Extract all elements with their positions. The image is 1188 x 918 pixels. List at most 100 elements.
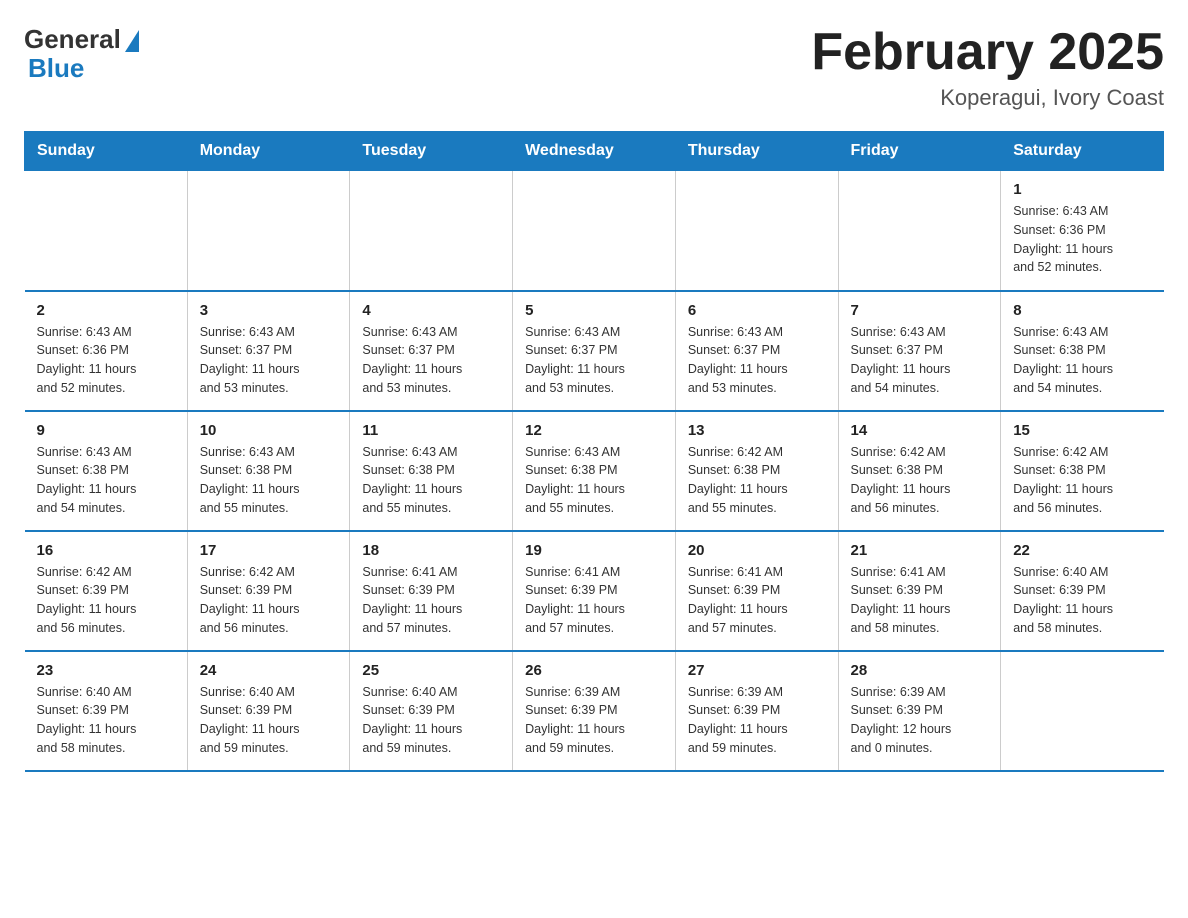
day-number: 11	[362, 422, 500, 439]
calendar-cell: 1 Sunrise: 6:43 AM Sunset: 6:36 PM Daylig…	[1001, 171, 1164, 291]
weekday-header-friday: Friday	[838, 132, 1001, 171]
weekday-header-row: SundayMondayTuesdayWednesdayThursdayFrid…	[25, 132, 1164, 171]
day-number: 19	[525, 542, 663, 559]
calendar-week-row: 9 Sunrise: 6:43 AM Sunset: 6:38 PM Daylig…	[25, 411, 1164, 531]
day-number: 18	[362, 542, 500, 559]
calendar-cell: 15 Sunrise: 6:42 AM Sunset: 6:38 PM Dayli…	[1001, 411, 1164, 531]
calendar-cell: 14Sunrise: 6:42 AM Sunset: 6:38 PM Dayli…	[838, 411, 1001, 531]
calendar-cell: 23 Sunrise: 6:40 AM Sunset: 6:39 PM Dayli…	[25, 651, 188, 771]
calendar-cell: 20Sunrise: 6:41 AM Sunset: 6:39 PM Dayli…	[675, 531, 838, 651]
day-info: Sunrise: 6:43 AM Sunset: 6:36 PM Dayligh…	[1013, 202, 1151, 277]
calendar-cell: 22Sunrise: 6:40 AM Sunset: 6:39 PM Dayli…	[1001, 531, 1164, 651]
day-number: 2	[37, 302, 175, 319]
day-number: 17	[200, 542, 338, 559]
day-info: Sunrise: 6:40 AM Sunset: 6:39 PM Dayligh…	[200, 683, 338, 758]
day-number: 5	[525, 302, 663, 319]
day-info: Sunrise: 6:41 AM Sunset: 6:39 PM Dayligh…	[851, 563, 989, 638]
calendar-week-row: 2 Sunrise: 6:43 AM Sunset: 6:36 PM Daylig…	[25, 291, 1164, 411]
day-number: 10	[200, 422, 338, 439]
day-number: 27	[688, 662, 826, 679]
day-number: 12	[525, 422, 663, 439]
day-info: Sunrise: 6:41 AM Sunset: 6:39 PM Dayligh…	[525, 563, 663, 638]
day-info: Sunrise: 6:39 AM Sunset: 6:39 PM Dayligh…	[688, 683, 826, 758]
calendar-cell: 19 Sunrise: 6:41 AM Sunset: 6:39 PM Dayli…	[513, 531, 676, 651]
logo-top: General	[24, 24, 139, 55]
calendar-cell: 3 Sunrise: 6:43 AM Sunset: 6:37 PM Daylig…	[187, 291, 350, 411]
month-title: February 2025	[811, 24, 1164, 81]
calendar-cell: 4Sunrise: 6:43 AM Sunset: 6:37 PM Daylig…	[350, 291, 513, 411]
calendar-cell: 27 Sunrise: 6:39 AM Sunset: 6:39 PM Dayli…	[675, 651, 838, 771]
calendar-cell: 7 Sunrise: 6:43 AM Sunset: 6:37 PM Daylig…	[838, 291, 1001, 411]
logo-triangle-icon	[125, 30, 139, 52]
day-number: 22	[1013, 542, 1151, 559]
day-info: Sunrise: 6:40 AM Sunset: 6:39 PM Dayligh…	[37, 683, 175, 758]
calendar-cell	[513, 171, 676, 291]
calendar-cell: 25 Sunrise: 6:40 AM Sunset: 6:39 PM Dayli…	[350, 651, 513, 771]
calendar-cell: 11Sunrise: 6:43 AM Sunset: 6:38 PM Dayli…	[350, 411, 513, 531]
calendar-cell	[350, 171, 513, 291]
day-number: 9	[37, 422, 175, 439]
calendar-cell	[1001, 651, 1164, 771]
day-info: Sunrise: 6:43 AM Sunset: 6:37 PM Dayligh…	[200, 323, 338, 398]
weekday-header-saturday: Saturday	[1001, 132, 1164, 171]
day-number: 24	[200, 662, 338, 679]
calendar-cell	[187, 171, 350, 291]
day-number: 6	[688, 302, 826, 319]
day-number: 7	[851, 302, 989, 319]
day-info: Sunrise: 6:42 AM Sunset: 6:39 PM Dayligh…	[37, 563, 175, 638]
day-info: Sunrise: 6:39 AM Sunset: 6:39 PM Dayligh…	[525, 683, 663, 758]
location: Koperagui, Ivory Coast	[811, 85, 1164, 111]
weekday-header-monday: Monday	[187, 132, 350, 171]
day-info: Sunrise: 6:42 AM Sunset: 6:38 PM Dayligh…	[688, 443, 826, 518]
day-number: 13	[688, 422, 826, 439]
calendar-cell: 28Sunrise: 6:39 AM Sunset: 6:39 PM Dayli…	[838, 651, 1001, 771]
day-info: Sunrise: 6:43 AM Sunset: 6:38 PM Dayligh…	[200, 443, 338, 518]
calendar-cell: 8 Sunrise: 6:43 AM Sunset: 6:38 PM Daylig…	[1001, 291, 1164, 411]
day-number: 4	[362, 302, 500, 319]
day-info: Sunrise: 6:43 AM Sunset: 6:38 PM Dayligh…	[525, 443, 663, 518]
day-info: Sunrise: 6:43 AM Sunset: 6:38 PM Dayligh…	[37, 443, 175, 518]
calendar-cell: 16Sunrise: 6:42 AM Sunset: 6:39 PM Dayli…	[25, 531, 188, 651]
day-number: 26	[525, 662, 663, 679]
calendar-cell: 24 Sunrise: 6:40 AM Sunset: 6:39 PM Dayli…	[187, 651, 350, 771]
day-number: 28	[851, 662, 989, 679]
day-number: 15	[1013, 422, 1151, 439]
title-section: February 2025 Koperagui, Ivory Coast	[811, 24, 1164, 111]
calendar-cell: 26 Sunrise: 6:39 AM Sunset: 6:39 PM Dayli…	[513, 651, 676, 771]
logo-general-text: General	[24, 24, 121, 55]
weekday-header-thursday: Thursday	[675, 132, 838, 171]
day-info: Sunrise: 6:42 AM Sunset: 6:39 PM Dayligh…	[200, 563, 338, 638]
logo-blue-text: Blue	[24, 53, 84, 84]
calendar-cell: 21 Sunrise: 6:41 AM Sunset: 6:39 PM Dayli…	[838, 531, 1001, 651]
day-info: Sunrise: 6:43 AM Sunset: 6:38 PM Dayligh…	[1013, 323, 1151, 398]
calendar-cell: 5Sunrise: 6:43 AM Sunset: 6:37 PM Daylig…	[513, 291, 676, 411]
day-info: Sunrise: 6:43 AM Sunset: 6:37 PM Dayligh…	[688, 323, 826, 398]
day-number: 23	[37, 662, 175, 679]
day-number: 25	[362, 662, 500, 679]
calendar-week-row: 23 Sunrise: 6:40 AM Sunset: 6:39 PM Dayli…	[25, 651, 1164, 771]
calendar-cell: 6 Sunrise: 6:43 AM Sunset: 6:37 PM Daylig…	[675, 291, 838, 411]
calendar-cell: 12 Sunrise: 6:43 AM Sunset: 6:38 PM Dayli…	[513, 411, 676, 531]
calendar-cell	[675, 171, 838, 291]
calendar-cell: 9 Sunrise: 6:43 AM Sunset: 6:38 PM Daylig…	[25, 411, 188, 531]
day-number: 3	[200, 302, 338, 319]
day-info: Sunrise: 6:41 AM Sunset: 6:39 PM Dayligh…	[688, 563, 826, 638]
day-info: Sunrise: 6:43 AM Sunset: 6:37 PM Dayligh…	[851, 323, 989, 398]
day-info: Sunrise: 6:41 AM Sunset: 6:39 PM Dayligh…	[362, 563, 500, 638]
calendar-week-row: 16Sunrise: 6:42 AM Sunset: 6:39 PM Dayli…	[25, 531, 1164, 651]
day-number: 8	[1013, 302, 1151, 319]
calendar-cell	[838, 171, 1001, 291]
calendar-cell: 2 Sunrise: 6:43 AM Sunset: 6:36 PM Daylig…	[25, 291, 188, 411]
page-header: General Blue February 2025 Koperagui, Iv…	[24, 24, 1164, 111]
weekday-header-sunday: Sunday	[25, 132, 188, 171]
weekday-header-wednesday: Wednesday	[513, 132, 676, 171]
day-number: 14	[851, 422, 989, 439]
day-info: Sunrise: 6:43 AM Sunset: 6:36 PM Dayligh…	[37, 323, 175, 398]
calendar-cell: 18 Sunrise: 6:41 AM Sunset: 6:39 PM Dayli…	[350, 531, 513, 651]
logo: General Blue	[24, 24, 139, 84]
day-info: Sunrise: 6:42 AM Sunset: 6:38 PM Dayligh…	[1013, 443, 1151, 518]
day-number: 21	[851, 542, 989, 559]
calendar-cell: 17 Sunrise: 6:42 AM Sunset: 6:39 PM Dayli…	[187, 531, 350, 651]
day-info: Sunrise: 6:40 AM Sunset: 6:39 PM Dayligh…	[362, 683, 500, 758]
day-number: 1	[1013, 181, 1151, 198]
